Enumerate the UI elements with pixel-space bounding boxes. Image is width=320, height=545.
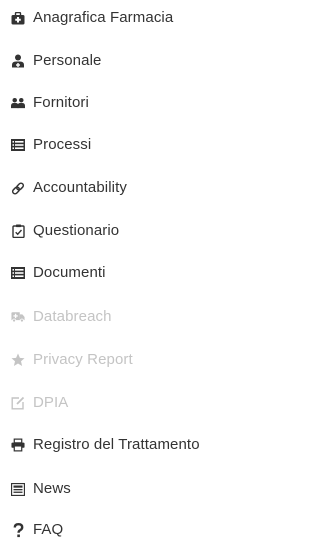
sidebar-item-label: Fornitori xyxy=(33,94,89,111)
sidebar-item-label: Registro del Trattamento xyxy=(33,436,200,453)
sidebar-menu: Anagrafica Farmacia Personale Fornitori xyxy=(0,0,283,540)
sidebar-item-label: DPIA xyxy=(33,394,69,411)
link-icon xyxy=(11,181,25,195)
sidebar-item-label: Privacy Report xyxy=(33,351,133,368)
sidebar-item-label: FAQ xyxy=(33,521,64,538)
sidebar-item-dpia: DPIA xyxy=(0,388,283,418)
sidebar-item-label: Anagrafica Farmacia xyxy=(33,9,174,26)
question-icon xyxy=(11,522,25,537)
sidebar-item-news[interactable]: News xyxy=(0,474,283,504)
sidebar-item-privacy-report: Privacy Report xyxy=(0,345,283,375)
sidebar-item-label: News xyxy=(33,480,71,497)
newspaper-icon xyxy=(11,482,25,496)
sidebar-item-label: Personale xyxy=(33,52,102,69)
edit-icon xyxy=(11,396,25,410)
sidebar-item-registro-del-trattamento[interactable]: Registro del Trattamento xyxy=(0,430,283,460)
sidebar-item-faq[interactable]: FAQ xyxy=(0,515,283,545)
sidebar-item-processi[interactable]: Processi xyxy=(0,130,283,160)
list-icon xyxy=(11,266,25,280)
users-icon xyxy=(11,96,25,110)
sidebar-item-label: Accountability xyxy=(33,179,127,196)
sidebar-item-label: Questionario xyxy=(33,222,120,239)
star-icon xyxy=(11,353,25,367)
medkit-icon xyxy=(11,11,25,25)
sidebar-item-accountability[interactable]: Accountability xyxy=(0,173,283,203)
sidebar-item-documenti[interactable]: Documenti xyxy=(0,258,283,288)
sidebar-item-databreach: Databreach xyxy=(0,302,283,332)
sidebar-item-questionario[interactable]: Questionario xyxy=(0,216,283,246)
clipboard-check-icon xyxy=(11,224,25,238)
sidebar-item-label: Processi xyxy=(33,136,92,153)
sidebar-item-fornitori[interactable]: Fornitori xyxy=(0,88,283,118)
list-icon xyxy=(11,138,25,152)
user-md-icon xyxy=(11,54,25,68)
sidebar-item-label: Databreach xyxy=(33,308,112,325)
print-icon xyxy=(11,438,25,452)
sidebar-item-anagrafica-farmacia[interactable]: Anagrafica Farmacia xyxy=(0,3,283,33)
sidebar-item-personale[interactable]: Personale xyxy=(0,46,283,76)
ambulance-icon xyxy=(11,310,25,324)
sidebar-item-label: Documenti xyxy=(33,264,106,281)
